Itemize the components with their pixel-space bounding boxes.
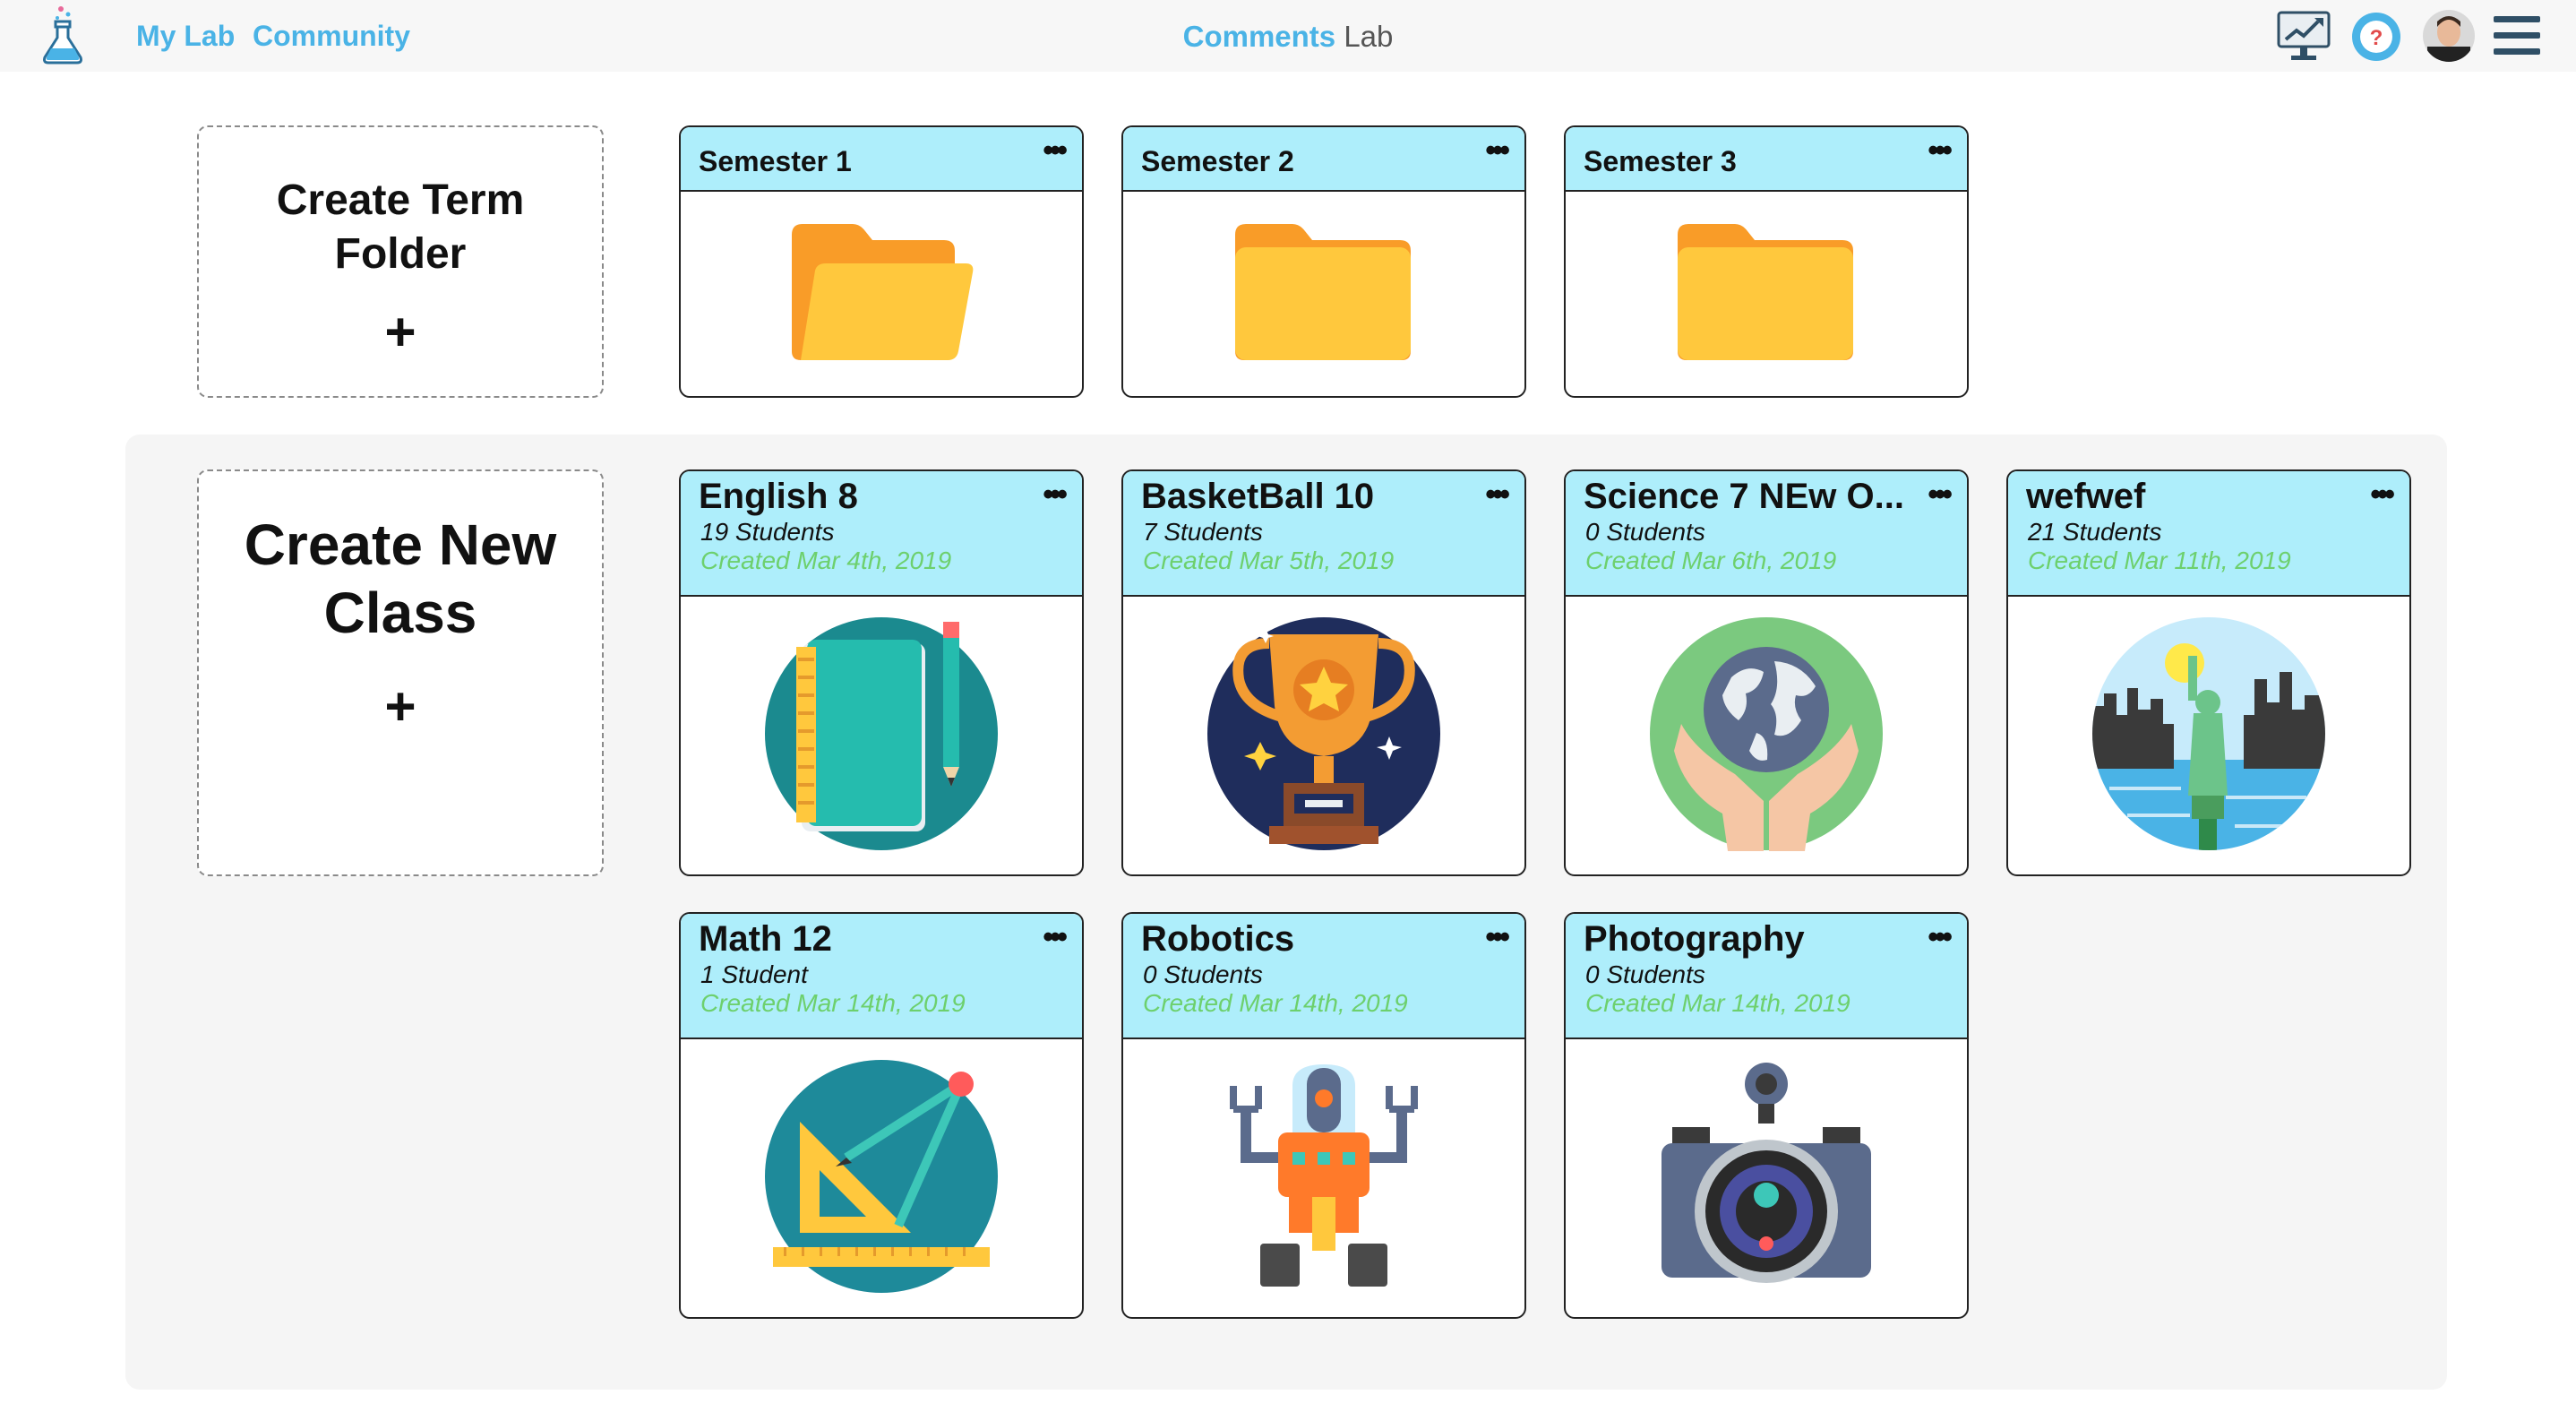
- open-folder-icon: [792, 224, 974, 360]
- class-created-date: Created Mar 14th, 2019: [1585, 989, 1850, 1017]
- class-card-header: English 8 ••• 19 Students Created Mar 4t…: [681, 471, 1082, 597]
- class-title: BasketBall 10: [1141, 477, 1375, 516]
- class-menu-button[interactable]: •••: [1043, 479, 1068, 510]
- class-created-date: Created Mar 11th, 2019: [2028, 547, 2291, 574]
- camera-icon: [1662, 1063, 1871, 1283]
- page-title: Comments Lab: [0, 20, 2576, 54]
- globe-hands-icon: [1650, 617, 1883, 851]
- folder-card-header: Semester 2 •••: [1123, 127, 1524, 192]
- svg-text:?: ?: [2370, 26, 2383, 50]
- create-term-folder-button[interactable]: Create Term Folder +: [197, 125, 604, 398]
- page-title-accent: Comments: [1182, 20, 1336, 53]
- folder-icon: [1678, 224, 1853, 360]
- class-student-count: 0 Students: [1585, 960, 1705, 988]
- page-title-rest: Lab: [1344, 20, 1394, 53]
- class-title: Robotics: [1141, 919, 1295, 959]
- folder-menu-button[interactable]: •••: [1928, 135, 1953, 166]
- menu-icon[interactable]: [2494, 14, 2540, 57]
- class-student-count: 0 Students: [1143, 960, 1263, 988]
- folder-title: Semester 3: [1584, 145, 1737, 177]
- robot-icon: [1230, 1064, 1418, 1287]
- class-card-header: Photography ••• 0 Students Created Mar 1…: [1566, 914, 1967, 1039]
- class-student-count: 1 Student: [700, 960, 808, 988]
- avatar[interactable]: [2422, 9, 2476, 63]
- class-menu-button[interactable]: •••: [1485, 922, 1510, 952]
- class-card-header: wefwef ••• 21 Students Created Mar 11th,…: [2008, 471, 2409, 597]
- plus-icon: +: [384, 302, 416, 362]
- class-card-header: Math 12 ••• 1 Student Created Mar 14th, …: [681, 914, 1082, 1039]
- geometry-tools-icon: [765, 1060, 998, 1293]
- class-title: English 8: [699, 477, 858, 516]
- class-card-header: Science 7 NEw O... ••• 0 Students Create…: [1566, 471, 1967, 597]
- folder-menu-button[interactable]: •••: [1485, 135, 1510, 166]
- class-student-count: 0 Students: [1585, 518, 1705, 546]
- statue-of-liberty-icon: [2092, 617, 2325, 850]
- create-new-class-label: Create New Class: [244, 512, 557, 645]
- class-card-wefwef[interactable]: wefwef ••• 21 Students Created Mar 11th,…: [2006, 469, 2411, 876]
- class-created-date: Created Mar 5th, 2019: [1143, 547, 1395, 574]
- folder-card-header: Semester 3 •••: [1566, 127, 1967, 192]
- class-menu-button[interactable]: •••: [1485, 479, 1510, 510]
- class-card-math-12[interactable]: Math 12 ••• 1 Student Created Mar 14th, …: [679, 912, 1084, 1319]
- class-created-date: Created Mar 14th, 2019: [1143, 989, 1408, 1017]
- plus-icon: +: [384, 676, 416, 736]
- create-term-folder-label: Create Term Folder: [276, 176, 525, 278]
- folder-title: Semester 1: [699, 145, 852, 177]
- class-card-english-8[interactable]: English 8 ••• 19 Students Created Mar 4t…: [679, 469, 1084, 876]
- class-menu-button[interactable]: •••: [1928, 479, 1953, 510]
- class-title: Photography: [1584, 919, 1805, 959]
- folder-card-semester-1[interactable]: Semester 1 •••: [679, 125, 1084, 398]
- class-student-count: 7 Students: [1143, 518, 1263, 546]
- class-menu-button[interactable]: •••: [2370, 479, 2395, 510]
- class-card-header: BasketBall 10 ••• 7 Students Created Mar…: [1123, 471, 1524, 597]
- class-menu-button[interactable]: •••: [1043, 922, 1068, 952]
- class-created-date: Created Mar 4th, 2019: [700, 547, 952, 574]
- class-card-header: Robotics ••• 0 Students Created Mar 14th…: [1123, 914, 1524, 1039]
- top-bar: My Lab Community Comments Lab ?: [0, 0, 2576, 72]
- class-card-robotics[interactable]: Robotics ••• 0 Students Created Mar 14th…: [1121, 912, 1526, 1319]
- folder-title: Semester 2: [1141, 145, 1294, 177]
- class-title: wefwef: [2026, 477, 2146, 516]
- notebook-icon: [765, 617, 998, 850]
- class-created-date: Created Mar 14th, 2019: [700, 989, 966, 1017]
- class-student-count: 19 Students: [700, 518, 835, 546]
- create-new-class-button[interactable]: Create New Class +: [197, 469, 604, 876]
- class-student-count: 21 Students: [2028, 518, 2162, 546]
- class-card-basketball-10[interactable]: BasketBall 10 ••• 7 Students Created Mar…: [1121, 469, 1526, 876]
- folder-card-semester-2[interactable]: Semester 2 •••: [1121, 125, 1526, 398]
- analytics-icon[interactable]: [2275, 9, 2332, 63]
- folder-card-header: Semester 1 •••: [681, 127, 1082, 192]
- folder-icon: [1235, 224, 1411, 360]
- class-menu-button[interactable]: •••: [1928, 922, 1953, 952]
- folder-menu-button[interactable]: •••: [1043, 135, 1068, 166]
- class-title: Science 7 NEw O...: [1584, 477, 1904, 516]
- trophy-icon: [1207, 617, 1440, 850]
- class-card-science-7[interactable]: Science 7 NEw O... ••• 0 Students Create…: [1564, 469, 1969, 876]
- class-created-date: Created Mar 6th, 2019: [1585, 547, 1837, 574]
- class-title: Math 12: [699, 919, 832, 959]
- class-card-photography[interactable]: Photography ••• 0 Students Created Mar 1…: [1564, 912, 1969, 1319]
- folder-card-semester-3[interactable]: Semester 3 •••: [1564, 125, 1969, 398]
- help-icon[interactable]: ?: [2350, 11, 2402, 63]
